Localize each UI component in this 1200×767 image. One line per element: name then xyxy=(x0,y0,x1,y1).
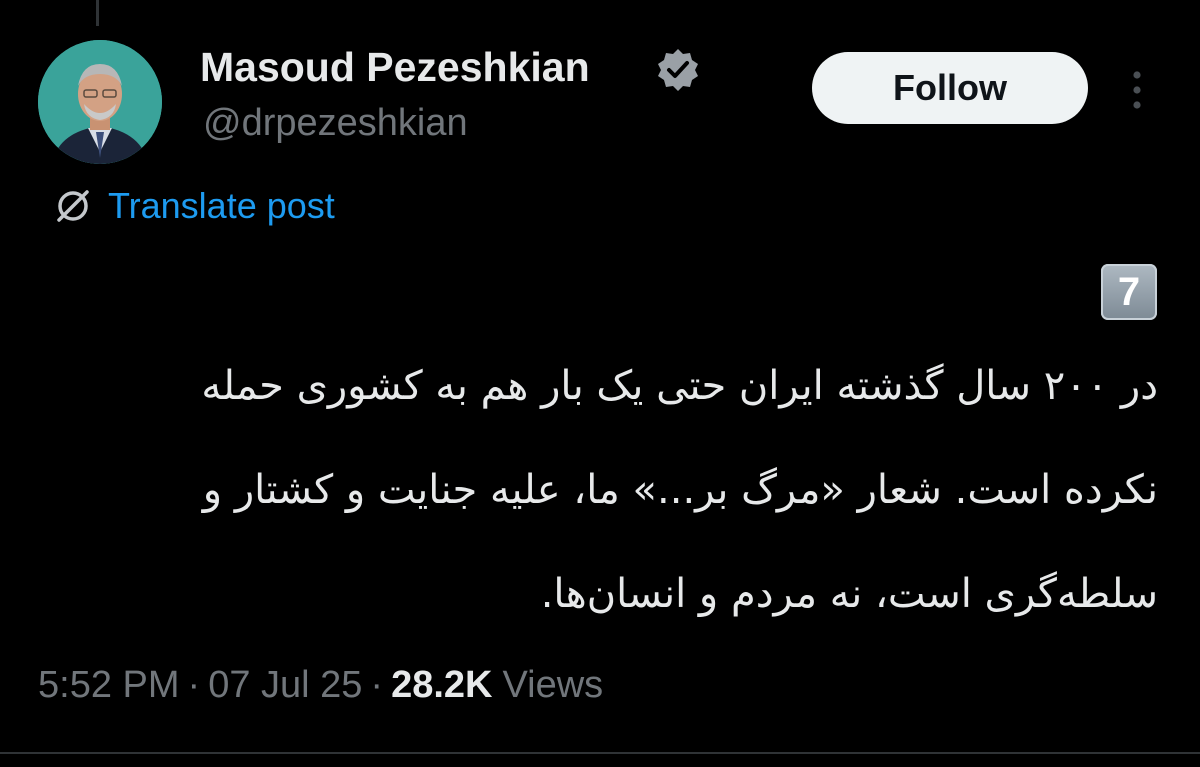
author-handle[interactable]: @drpezeshkian xyxy=(203,102,468,145)
more-vertical-icon[interactable] xyxy=(1124,68,1150,112)
thread-number-badge: 7 xyxy=(1101,264,1157,320)
divider xyxy=(0,752,1200,754)
views-count[interactable]: 28.2K xyxy=(391,664,492,707)
verified-badge-icon xyxy=(658,49,698,91)
follow-button[interactable]: Follow xyxy=(812,52,1088,124)
post-text-line: در ۲۰۰ سال گذشته ایران حتی یک بار هم به … xyxy=(201,363,1158,409)
translate-post-label: Translate post xyxy=(108,185,335,226)
translate-post-link[interactable]: Translate post xyxy=(52,182,335,230)
post-time[interactable]: 5:52 PM xyxy=(38,664,180,707)
avatar[interactable] xyxy=(38,40,162,164)
meta-separator: · xyxy=(370,664,384,706)
views-label: Views xyxy=(502,664,604,706)
post-metadata: 5:52 PM · 07 Jul 25 · 28.2K Views xyxy=(38,664,603,707)
profile-photo-icon xyxy=(38,40,162,164)
globe-slash-icon xyxy=(57,190,89,222)
post-text-line: سلطه‌گری است، نه مردم و انسان‌ها. xyxy=(540,571,1158,617)
post-text-line: نکرده است. شعار «مرگ بر...» ما، علیه جنا… xyxy=(202,467,1158,513)
post-text: در ۲۰۰ سال گذشته ایران حتی یک بار هم به … xyxy=(38,334,1158,646)
thread-connector-line xyxy=(96,0,99,26)
author-display-name[interactable]: Masoud Pezeshkian xyxy=(200,44,590,91)
meta-separator: · xyxy=(187,664,201,706)
post-date[interactable]: 07 Jul 25 xyxy=(208,664,362,707)
